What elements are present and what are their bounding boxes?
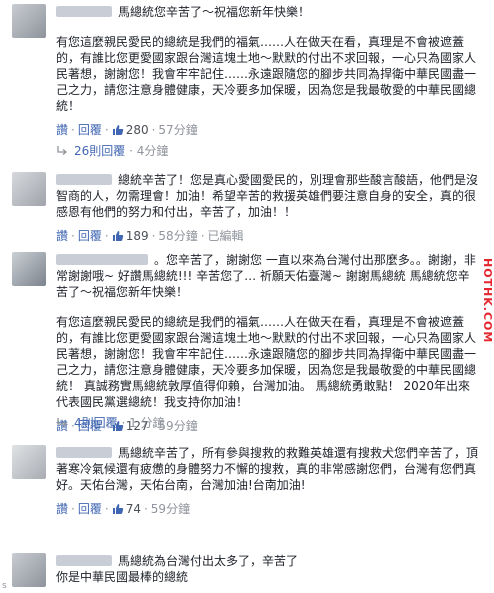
like-button[interactable]: 讚 [56, 229, 68, 243]
comment-lead: 馬總統為台灣付出太多了，辛苦了 [118, 554, 299, 568]
commenter-name[interactable] [56, 254, 148, 265]
reply-arrow-icon [57, 418, 68, 427]
comment-text: 。您辛苦了，謝謝您 一直以來為台灣付出那麼多。。謝謝，非常謝謝哦~ 好讚馬總統!… [56, 252, 478, 300]
comment-lead: 馬總統辛苦了，所有參與搜救的救難英雄還有搜救犬您們辛苦了，頂著寒冷氣候還有疲憊的… [56, 446, 479, 492]
like-button[interactable]: 讚 [56, 502, 68, 516]
comment-body: 馬總統為台灣付出太多了，辛苦了 你是中華民國最棒的總統 [56, 553, 478, 585]
thumbs-up-icon [112, 504, 123, 514]
corner-mark: s [2, 581, 7, 591]
comment-time[interactable]: 58分鐘 [158, 229, 197, 243]
comment-lead: 總統辛苦了！您是真心愛國愛民的，別理會那些酸言酸語，他們是沒智商的人，勿需理會！… [56, 173, 479, 219]
comment-body: 。您辛苦了，謝謝您 一直以來為台灣付出那麼多。。謝謝，非常謝謝哦~ 好讚馬總統!… [56, 252, 478, 434]
reply-button[interactable]: 回覆 [78, 502, 102, 516]
view-replies[interactable]: 26則回覆 · 4分鐘 [56, 143, 168, 159]
reply-arrow-icon [57, 146, 68, 155]
comment-paragraph: 你是中華民國最棒的總統 [56, 570, 189, 584]
avatar[interactable] [12, 4, 46, 38]
comment-actions: 讚 · 回覆 · 280 · 57分鐘 [56, 123, 198, 137]
comment-paragraph: 有您這麼親民愛民的總統是我們的福氣……人在做天在看，真理是不會被遮蓋的，有誰比您… [56, 315, 477, 409]
comment-text: 馬總統您辛苦了～祝福您新年快樂！ [56, 4, 478, 20]
avatar[interactable] [12, 252, 46, 286]
edited-label[interactable]: 已編輯 [208, 229, 244, 243]
avatar[interactable] [12, 553, 46, 587]
thumbs-up-icon [112, 231, 123, 241]
comment-text: 總統辛苦了！您是真心愛國愛民的，別理會那些酸言酸語，他們是沒智商的人，勿需理會！… [56, 172, 478, 220]
avatar[interactable] [12, 172, 46, 206]
commenter-name[interactable] [56, 447, 112, 458]
thumbs-up-icon [112, 125, 123, 135]
commenter-name[interactable] [56, 555, 112, 566]
like-button[interactable]: 讚 [56, 123, 68, 137]
like-count[interactable]: 74 [112, 502, 141, 516]
comment-text: 馬總統辛苦了，所有參與搜救的救難英雄還有搜救犬您們辛苦了，頂著寒冷氣候還有疲憊的… [56, 445, 478, 493]
comment-actions: 讚 · 回覆 · 74 · 59分鐘 [56, 502, 191, 516]
like-count[interactable]: 280 [112, 123, 149, 137]
replies-time: 1 分鐘 [129, 416, 165, 430]
comment-body: 馬總統您辛苦了～祝福您新年快樂！ 有您這麼親民愛民的總統是我們的福氣……人在做天… [56, 4, 478, 138]
reply-button[interactable]: 回覆 [78, 123, 102, 137]
like-count[interactable]: 189 [112, 229, 149, 243]
comment-time[interactable]: 57分鐘 [158, 123, 197, 137]
commenter-name[interactable] [56, 174, 112, 185]
comment-feed: 馬總統您辛苦了～祝福您新年快樂！ 有您這麼親民愛民的總統是我們的福氣……人在做天… [0, 0, 478, 593]
comment-lead: 馬總統您辛苦了～祝福您新年快樂！ [118, 5, 311, 19]
comment-body: 馬總統辛苦了，所有參與搜救的救難英雄還有搜救犬您們辛苦了，頂著寒冷氣候還有疲憊的… [56, 445, 478, 517]
comment-text: 馬總統為台灣付出太多了，辛苦了 [56, 553, 478, 569]
watermark-tag: HOTHK.COM [478, 242, 494, 360]
reply-button[interactable]: 回覆 [78, 229, 102, 243]
replies-time: 4分鐘 [136, 144, 169, 158]
replies-count[interactable]: 4則回覆 [74, 416, 118, 430]
view-replies[interactable]: 4則回覆 · 1 分鐘 [56, 415, 165, 431]
commenter-name[interactable] [56, 6, 112, 17]
comment-body: 總統辛苦了！您是真心愛國愛民的，別理會那些酸言酸語，他們是沒智商的人，勿需理會！… [56, 172, 478, 244]
comment-time[interactable]: 59分鐘 [151, 502, 190, 516]
comment-actions: 讚 · 回覆 · 189 · 58分鐘 · 已編輯 [56, 229, 244, 243]
comment-paragraph: 有您這麼親民愛民的總統是我們的福氣……人在做天在看，真理是不會被遮蓋的，有誰比您… [56, 35, 477, 113]
replies-count[interactable]: 26則回覆 [74, 144, 125, 158]
avatar[interactable] [12, 445, 46, 479]
